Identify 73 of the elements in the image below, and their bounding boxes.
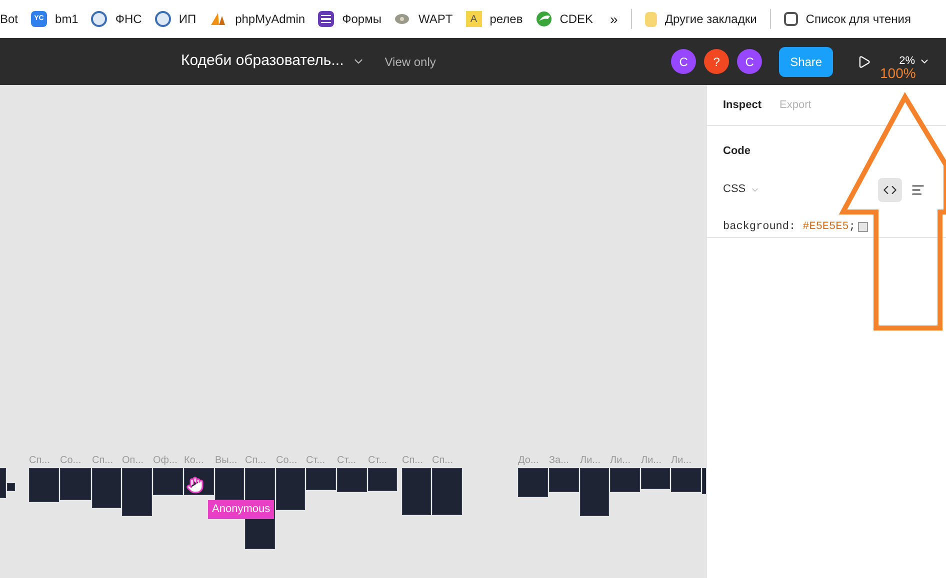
frame-thumbnail[interactable] xyxy=(92,468,121,508)
letter-icon: A xyxy=(466,11,482,27)
frame-thumbnail[interactable] xyxy=(610,468,640,492)
frame-label: Сп... xyxy=(92,454,113,468)
frame-thumbnail[interactable] xyxy=(337,468,367,492)
bookmark-link[interactable]: phpMyAdmin xyxy=(209,10,306,28)
cursor-name-tooltip: Anonymous xyxy=(208,500,274,518)
folder-icon xyxy=(644,12,657,26)
annotation-label: 100% xyxy=(880,66,916,80)
panel-tab[interactable]: Inspect xyxy=(723,96,762,114)
frame-label: Ко... xyxy=(184,454,204,468)
user-avatar[interactable]: ? xyxy=(704,49,730,74)
reading-list-link[interactable]: Список для чтения xyxy=(784,10,911,28)
frame-thumbnail[interactable] xyxy=(580,468,609,516)
file-name-dropdown[interactable]: Кодеби образователь... xyxy=(181,50,365,73)
frame-thumbnail[interactable] xyxy=(549,468,579,492)
frame-thumbnail[interactable] xyxy=(641,468,670,489)
frame-thumbnail[interactable] xyxy=(122,468,152,516)
frame-label: Ли... xyxy=(610,454,630,468)
code-property: background: xyxy=(723,220,796,235)
view-mode-label: View only xyxy=(384,54,436,70)
frame-thumbnail[interactable] xyxy=(29,468,59,502)
frame-label: Со... xyxy=(60,454,82,468)
emblem-icon xyxy=(91,11,108,27)
frame-thumbnail[interactable] xyxy=(276,468,305,510)
frame-label: До... xyxy=(518,454,539,468)
bookmark-link[interactable]: CDEK xyxy=(536,10,594,28)
more-bookmarks-button[interactable]: » xyxy=(610,8,618,30)
frame-label: Ст... xyxy=(368,454,388,468)
color-swatch xyxy=(858,222,868,232)
frame-label: Сп... xyxy=(245,454,266,468)
frame-label: Со... xyxy=(276,454,298,468)
frame-thumbnail[interactable] xyxy=(215,468,244,500)
frame-thumbnail[interactable] xyxy=(306,468,336,490)
frame-thumbnail[interactable] xyxy=(60,468,91,500)
frame-label: За... xyxy=(549,454,569,468)
sail-logo-icon xyxy=(209,11,228,27)
frame-label: Ли... xyxy=(641,454,662,468)
emblem-icon xyxy=(154,11,171,27)
frame-label: Вы... xyxy=(215,454,238,468)
bookmark-link[interactable]: Формы xyxy=(318,10,382,28)
bookmark-folder[interactable]: Другие закладки xyxy=(644,10,757,28)
frame-label: Ст... xyxy=(337,454,356,468)
frame-thumbnail[interactable] xyxy=(432,468,462,515)
hand-cursor-icon xyxy=(186,476,204,494)
bookmark-link[interactable]: Bot xyxy=(0,10,18,28)
play-icon[interactable] xyxy=(857,54,872,68)
frame-label: Сп... xyxy=(402,454,423,468)
section-title: Code xyxy=(722,144,752,159)
frame-thumbnail[interactable] xyxy=(402,468,431,515)
frame-thumbnail[interactable] xyxy=(671,468,701,492)
frame-label: Ли... xyxy=(580,454,600,468)
ball-logo-icon xyxy=(536,11,552,27)
user-avatar[interactable]: C xyxy=(671,49,696,74)
frame-label: Сп... xyxy=(29,454,50,468)
frame-label: Оп... xyxy=(122,454,144,468)
frame-thumbnail[interactable] xyxy=(7,483,15,491)
code-view-button[interactable] xyxy=(878,178,902,202)
code-value: #E5E5E5 xyxy=(802,220,849,235)
frame-label: Оф... xyxy=(153,454,178,468)
bookmark-link[interactable]: ФНС xyxy=(91,10,142,28)
bookmark-link[interactable]: WAPT xyxy=(394,10,453,28)
language-dropdown[interactable]: CSS xyxy=(723,181,760,198)
frame-label: Сп... xyxy=(432,454,453,468)
frame-thumbnail[interactable] xyxy=(368,468,397,491)
frame-thumbnail[interactable] xyxy=(153,468,183,495)
frame-label: Ст... xyxy=(306,454,326,468)
frame-label: Ли... xyxy=(671,454,692,468)
code-semicolon: ; xyxy=(848,220,856,235)
user-avatar[interactable]: C xyxy=(737,49,762,74)
frame-thumbnail[interactable] xyxy=(518,468,548,497)
bookmark-link[interactable]: ИП xyxy=(154,10,196,28)
bookmark-link[interactable]: A релев xyxy=(466,10,523,28)
